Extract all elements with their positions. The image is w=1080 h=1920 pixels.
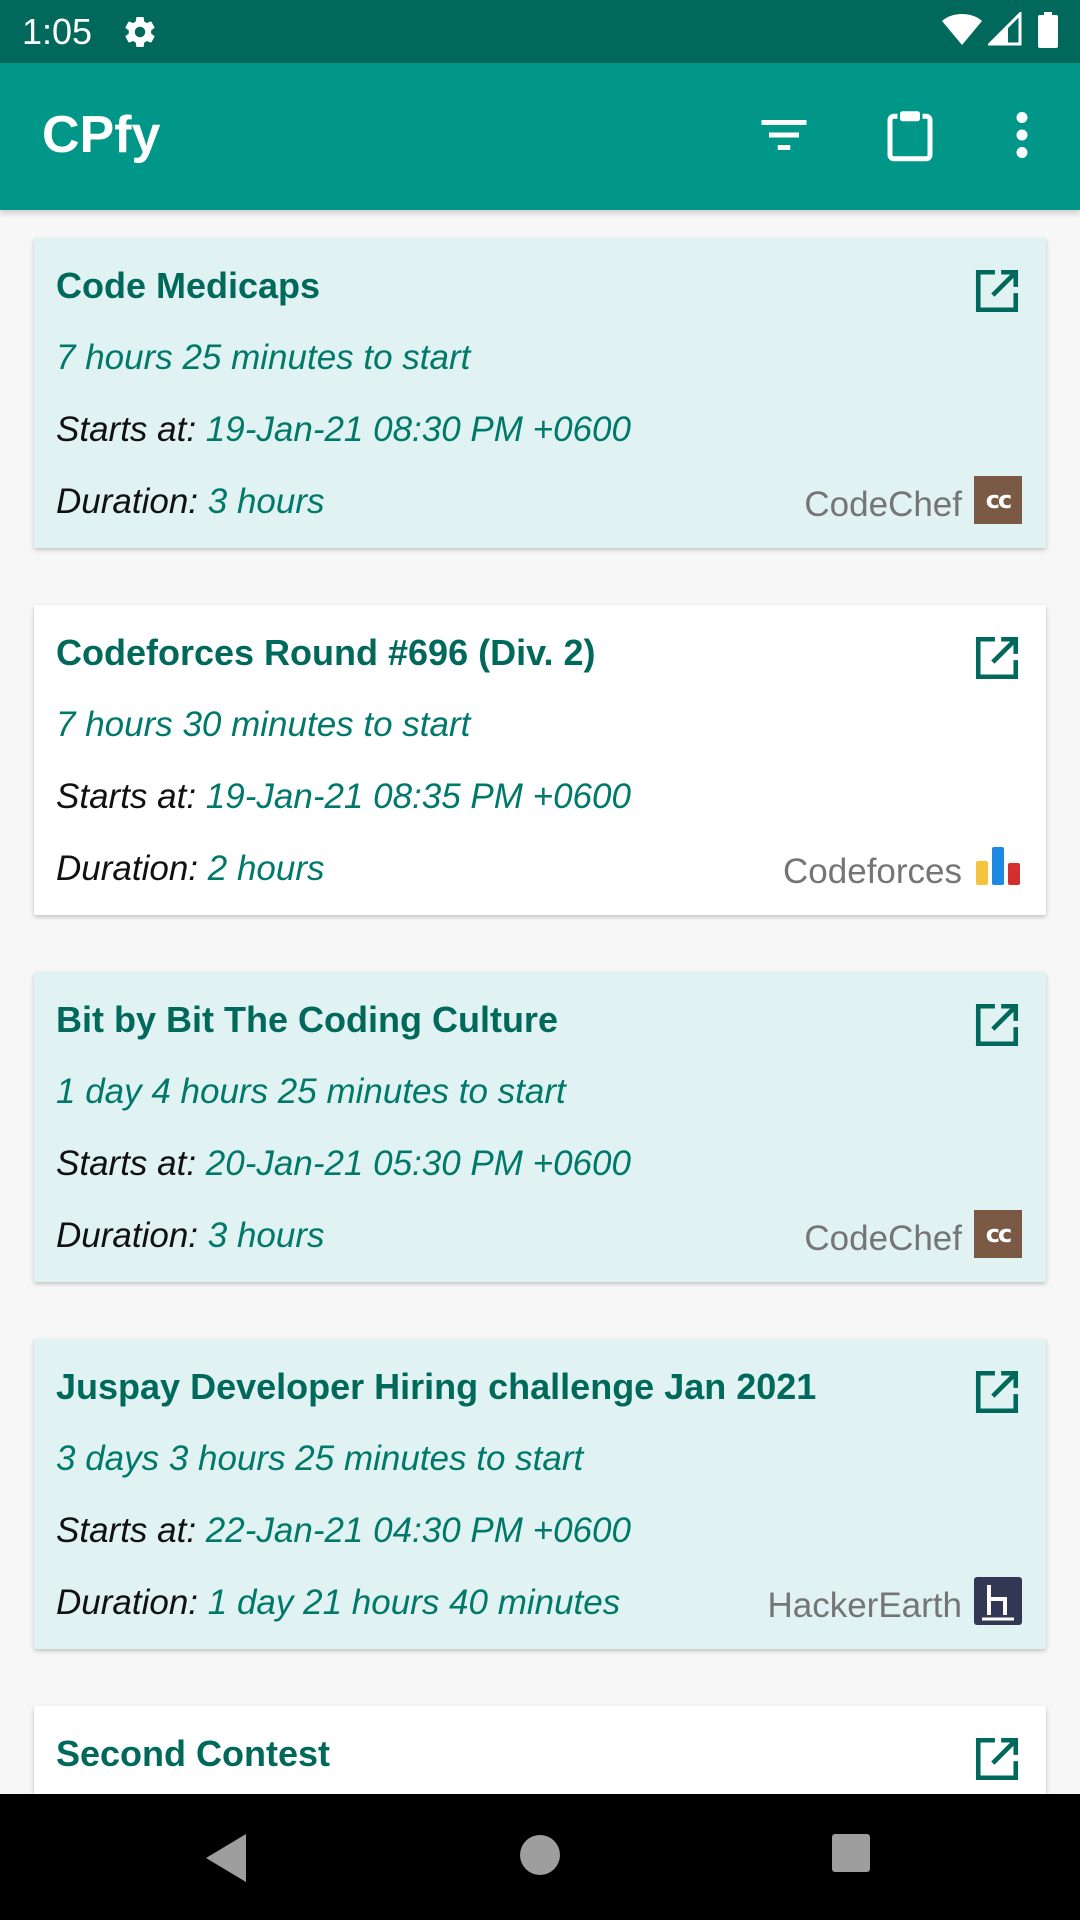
platform-name: Codeforces: [783, 852, 962, 891]
platform: CodeChef cc: [804, 474, 1022, 526]
battery-icon: [1038, 12, 1058, 48]
platform-name: CodeChef: [804, 485, 962, 524]
starts-at-value: 20-Jan-21 05:30 PM +0600: [205, 1144, 631, 1183]
starts-at-row: Starts at: 22-Jan-21 04:30 PM +0600: [56, 1509, 631, 1553]
starts-at-row: Starts at: 20-Jan-21 05:30 PM +0600: [56, 1142, 631, 1186]
recents-icon[interactable]: [830, 1832, 872, 1874]
status-time: 1:05: [22, 11, 93, 52]
more-vert-icon[interactable]: [992, 105, 1052, 165]
codechef-logo: cc: [974, 476, 1022, 524]
duration-value: 3 hours: [207, 1216, 325, 1255]
starts-at-label: Starts at:: [56, 777, 197, 816]
duration-label: Duration:: [56, 482, 199, 521]
starts-at-label: Starts at:: [56, 410, 197, 449]
duration-row: Duration: 1 day 21 hours 40 minutes: [56, 1581, 620, 1625]
open-in-new-icon[interactable]: [972, 633, 1022, 683]
contest-card[interactable]: Codeforces Round #696 (Div. 2) 7 hours 3…: [34, 605, 1046, 915]
home-icon[interactable]: [517, 1832, 563, 1878]
platform-name: HackerEarth: [767, 1586, 962, 1625]
time-left: 1 day 4 hours 25 minutes to start: [56, 1072, 566, 1111]
starts-at-row: Starts at: 19-Jan-21 08:35 PM +0600: [56, 775, 631, 819]
filter-icon[interactable]: [754, 105, 814, 165]
duration-label: Duration:: [56, 849, 199, 888]
starts-at-label: Starts at:: [56, 1511, 197, 1550]
signal-icon: [988, 12, 1022, 46]
app-bar: CPfy: [0, 63, 1080, 210]
duration-row: Duration: 3 hours: [56, 480, 325, 524]
starts-at-value: 22-Jan-21 04:30 PM +0600: [205, 1511, 631, 1550]
hackerearth-logo: [974, 1577, 1022, 1625]
open-in-new-icon[interactable]: [972, 1367, 1022, 1417]
contest-card[interactable]: Code Medicaps 7 hours 25 minutes to star…: [34, 238, 1046, 548]
contest-title: Juspay Developer Hiring challenge Jan 20…: [56, 1366, 817, 1407]
svg-text:cc: cc: [986, 486, 1011, 514]
codechef-logo: cc: [974, 1210, 1022, 1258]
contest-card[interactable]: Bit by Bit The Coding Culture 1 day 4 ho…: [34, 972, 1046, 1282]
contest-title: Code Medicaps: [56, 265, 321, 306]
duration-row: Duration: 3 hours: [56, 1214, 325, 1258]
duration-row: Duration: 2 hours: [56, 847, 325, 891]
time-left: 7 hours 25 minutes to start: [56, 338, 471, 377]
back-icon[interactable]: [200, 1830, 250, 1886]
duration-value: 3 hours: [207, 482, 325, 521]
wifi-icon: [942, 14, 982, 45]
status-bar: 1:05: [0, 0, 1080, 63]
platform: CodeChef cc: [804, 1208, 1022, 1260]
contest-list[interactable]: Code Medicaps 7 hours 25 minutes to star…: [0, 210, 1080, 1794]
duration-label: Duration:: [56, 1583, 199, 1622]
codeforces-logo: [976, 847, 1020, 885]
gear-icon: [125, 17, 155, 48]
navigation-bar: [0, 1794, 1080, 1920]
open-in-new-icon[interactable]: [972, 1000, 1022, 1050]
duration-label: Duration:: [56, 1216, 199, 1255]
contest-title: Bit by Bit The Coding Culture: [56, 999, 558, 1040]
duration-value: 2 hours: [207, 849, 325, 888]
time-left: 3 days 3 hours 25 minutes to start: [56, 1439, 584, 1478]
contest-title: Codeforces Round #696 (Div. 2): [56, 632, 596, 673]
platform-name: CodeChef: [804, 1219, 962, 1258]
starts-at-label: Starts at:: [56, 1144, 197, 1183]
time-left: 7 hours 30 minutes to start: [56, 705, 471, 744]
starts-at-row: Starts at: 19-Jan-21 08:30 PM +0600: [56, 408, 631, 452]
platform: HackerEarth: [767, 1575, 1022, 1627]
svg-text:cc: cc: [986, 1220, 1011, 1248]
starts-at-value: 19-Jan-21 08:30 PM +0600: [205, 410, 631, 449]
duration-value: 1 day 21 hours 40 minutes: [207, 1583, 621, 1622]
clipboard-icon[interactable]: [880, 105, 940, 165]
platform: Codeforces: [783, 841, 1022, 893]
contest-title: Second Contest: [56, 1733, 331, 1774]
contest-card[interactable]: Juspay Developer Hiring challenge Jan 20…: [34, 1339, 1046, 1649]
starts-at-value: 19-Jan-21 08:35 PM +0600: [205, 777, 631, 816]
open-in-new-icon[interactable]: [972, 266, 1022, 316]
app-title: CPfy: [42, 106, 161, 164]
contest-card[interactable]: Second Contest: [34, 1706, 1046, 1794]
open-in-new-icon[interactable]: [972, 1734, 1022, 1784]
